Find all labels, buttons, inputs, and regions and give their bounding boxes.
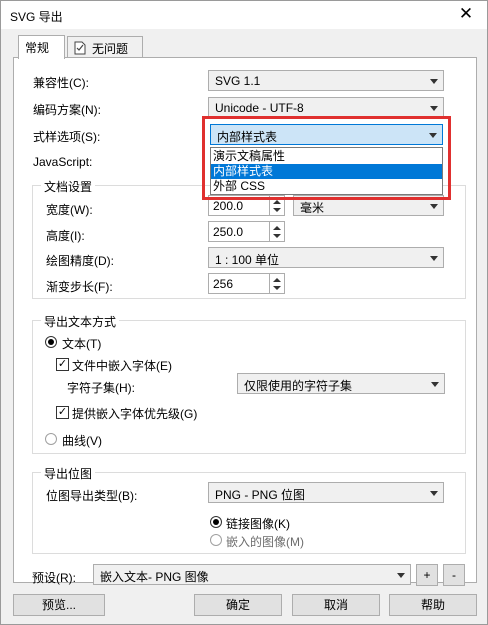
encoding-label: 编码方案(N): bbox=[33, 103, 101, 117]
embed-fonts-label: 文件中嵌入字体(E) bbox=[72, 359, 172, 373]
chevron-down-icon bbox=[430, 79, 438, 84]
chevron-down-icon bbox=[430, 106, 438, 111]
style-option-external-css[interactable]: 外部 CSS bbox=[211, 179, 442, 194]
up-arrow-icon bbox=[273, 200, 281, 204]
curves-radio-label: 曲线(V) bbox=[62, 434, 102, 448]
compat-select[interactable]: SVG 1.1 bbox=[208, 70, 444, 91]
embed-image-label: 嵌入的图像(M) bbox=[226, 535, 304, 549]
preset-label: 预设(R): bbox=[32, 571, 76, 585]
encoding-value: Unicode - UTF-8 bbox=[215, 101, 304, 115]
bitmap-type-value: PNG - PNG 位图 bbox=[215, 488, 306, 502]
width-label: 宽度(W): bbox=[46, 203, 93, 217]
embed-image-radio[interactable] bbox=[210, 534, 222, 546]
add-preset-button[interactable]: + bbox=[416, 564, 438, 586]
chevron-down-icon bbox=[429, 133, 437, 138]
down-arrow-icon bbox=[273, 234, 281, 238]
compat-value: SVG 1.1 bbox=[215, 74, 261, 88]
tab-no-issues-label: 无问题 bbox=[92, 42, 129, 56]
down-arrow-icon bbox=[273, 208, 281, 212]
title-bar: SVG 导出 ✕ bbox=[1, 1, 487, 29]
curves-radio[interactable] bbox=[45, 433, 57, 445]
link-image-radio[interactable] bbox=[210, 516, 222, 528]
tab-no-issues[interactable]: 无问题 bbox=[67, 36, 143, 58]
width-unit-value: 毫米 bbox=[300, 201, 325, 215]
chevron-down-icon bbox=[430, 491, 438, 496]
document-check-icon bbox=[74, 41, 86, 55]
link-image-label: 链接图像(K) bbox=[226, 517, 290, 531]
precision-value: 1 : 100 单位 bbox=[215, 253, 280, 267]
embed-fonts-checkbox[interactable]: ✓ bbox=[56, 358, 69, 371]
text-export-title: 导出文本方式 bbox=[41, 313, 120, 330]
subset-label: 字符子集(H): bbox=[67, 381, 135, 395]
chevron-down-icon bbox=[430, 256, 438, 261]
height-input[interactable]: 250.0 bbox=[208, 221, 270, 242]
height-label: 高度(I): bbox=[46, 229, 85, 243]
text-radio-label: 文本(T) bbox=[62, 337, 102, 351]
style-option-presentation-attributes[interactable]: 演示文稿属性 bbox=[211, 149, 442, 164]
font-priority-label: 提供嵌入字体优先级(G) bbox=[72, 407, 198, 421]
precision-select[interactable]: 1 : 100 单位 bbox=[208, 247, 444, 268]
gradient-label: 渐变步长(F): bbox=[46, 280, 113, 294]
cancel-button[interactable]: 取消 bbox=[292, 594, 380, 616]
width-unit-select[interactable]: 毫米 bbox=[293, 195, 444, 216]
style-value: 内部样式表 bbox=[217, 130, 278, 144]
close-icon[interactable]: ✕ bbox=[455, 3, 477, 25]
subset-value: 仅限使用的字符子集 bbox=[244, 379, 353, 393]
ok-button[interactable]: 确定 bbox=[194, 594, 282, 616]
style-option-internal-stylesheet[interactable]: 内部样式表 bbox=[211, 164, 442, 179]
height-stepper[interactable] bbox=[270, 221, 285, 242]
width-stepper[interactable] bbox=[270, 195, 285, 216]
bitmap-export-title: 导出位图 bbox=[41, 465, 96, 482]
window-title: SVG 导出 bbox=[10, 10, 63, 24]
help-button[interactable]: 帮助 bbox=[389, 594, 477, 616]
subset-select[interactable]: 仅限使用的字符子集 bbox=[237, 373, 445, 394]
style-select[interactable]: 内部样式表 bbox=[210, 124, 443, 145]
chevron-down-icon bbox=[430, 204, 438, 209]
gradient-stepper[interactable] bbox=[270, 273, 285, 294]
preset-select[interactable]: 嵌入文本- PNG 图像 bbox=[93, 564, 411, 585]
remove-preset-button[interactable]: - bbox=[443, 564, 465, 586]
precision-label: 绘图精度(D): bbox=[46, 254, 114, 268]
style-options-list: 演示文稿属性 内部样式表 外部 CSS bbox=[210, 147, 443, 195]
font-priority-checkbox[interactable]: ✓ bbox=[56, 406, 69, 419]
compat-label: 兼容性(C): bbox=[33, 76, 89, 90]
tab-general-label: 常规 bbox=[25, 41, 50, 55]
doc-settings-title: 文档设置 bbox=[41, 178, 96, 195]
bitmap-type-label: 位图导出类型(B): bbox=[46, 489, 138, 503]
preview-button[interactable]: 预览... bbox=[13, 594, 105, 616]
javascript-label: JavaScript: bbox=[33, 155, 93, 169]
chevron-down-icon bbox=[431, 382, 439, 387]
gradient-input[interactable]: 256 bbox=[208, 273, 270, 294]
text-radio[interactable] bbox=[45, 336, 57, 348]
up-arrow-icon bbox=[273, 278, 281, 282]
preset-value: 嵌入文本- PNG 图像 bbox=[100, 570, 209, 584]
encoding-select[interactable]: Unicode - UTF-8 bbox=[208, 97, 444, 118]
style-label: 式样选项(S): bbox=[33, 130, 101, 144]
width-input[interactable]: 200.0 bbox=[208, 195, 270, 216]
up-arrow-icon bbox=[273, 226, 281, 230]
svg-export-dialog: SVG 导出 ✕ 常规 无问题 兼容性(C): SVG 1.1 编码方案(N):… bbox=[0, 0, 488, 625]
down-arrow-icon bbox=[273, 286, 281, 290]
bitmap-type-select[interactable]: PNG - PNG 位图 bbox=[208, 482, 444, 503]
chevron-down-icon bbox=[397, 573, 405, 578]
tab-general[interactable]: 常规 bbox=[18, 35, 65, 59]
